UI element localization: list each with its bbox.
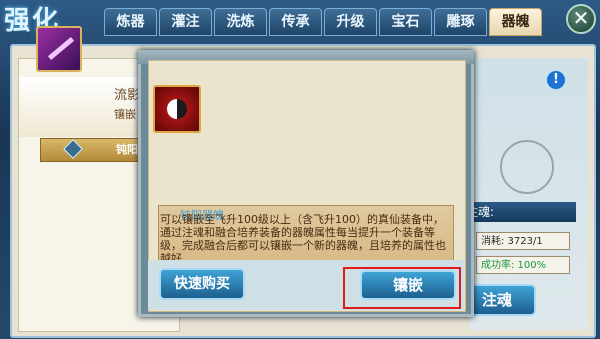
- tab-upgrade[interactable]: 升级: [324, 8, 377, 36]
- tab-soul[interactable]: 器魄: [489, 8, 542, 36]
- tab-infuse[interactable]: 灌注: [159, 8, 212, 36]
- highlight-box: [343, 267, 461, 309]
- success-rate: 成功率: 100%: [476, 256, 570, 274]
- inject-title: 注魂:: [460, 202, 576, 222]
- info-icon[interactable]: !: [546, 70, 566, 90]
- weapon-icon[interactable]: [36, 26, 82, 72]
- tab-wash[interactable]: 洗炼: [214, 8, 267, 36]
- equipment-name: 流影: [114, 88, 141, 103]
- close-button[interactable]: ✕: [566, 4, 596, 34]
- tab-inherit[interactable]: 传承: [269, 8, 322, 36]
- quick-buy-button[interactable]: 快速购买: [159, 268, 245, 300]
- seal-icon: [500, 140, 554, 194]
- soul-gem-icon[interactable]: [153, 85, 201, 133]
- soul-slot-label: 钝阳: [116, 143, 138, 156]
- equipment-subtitle: 镶嵌: [114, 108, 136, 121]
- tab-refine[interactable]: 炼器: [104, 8, 157, 36]
- description-text: 可以镶嵌至飞升100级以上（含飞升100）的真仙装备中，通过注魂和融合培养装备的…: [160, 213, 446, 265]
- cost-display: 消耗: 3723/1: [476, 232, 570, 250]
- tab-bar: 炼器 灌注 洗炼 传承 升级 宝石 雕琢 器魄: [104, 8, 542, 38]
- tab-carve[interactable]: 雕琢: [434, 8, 487, 36]
- tab-gem[interactable]: 宝石: [379, 8, 432, 36]
